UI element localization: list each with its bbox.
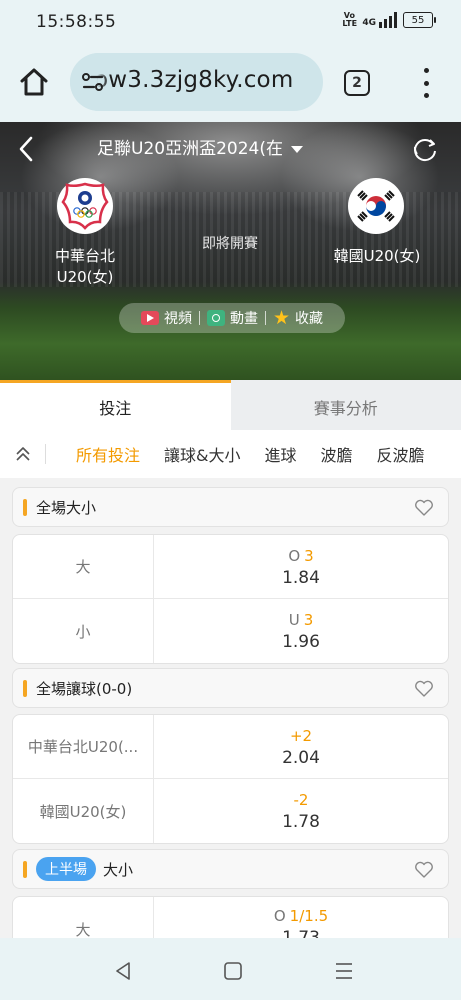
browser-toolbar: ow3.3zjg8ky.com 2 xyxy=(0,44,461,122)
media-bar: 視頻 動畫 ★ 收藏 xyxy=(119,303,345,333)
double-chevron-up-icon xyxy=(16,447,30,461)
odds-button[interactable]: -2 1.78 xyxy=(154,779,448,843)
odds-price: 2.04 xyxy=(282,747,320,768)
battery-icon: 55 xyxy=(403,12,436,28)
odds-button[interactable]: U3 1.96 xyxy=(154,599,448,663)
collapse-all-button[interactable] xyxy=(0,430,46,478)
heart-icon[interactable] xyxy=(414,861,434,879)
league-title: 足聯U20亞洲盃2024(在 xyxy=(97,139,283,159)
odds-row: 小 U3 1.96 xyxy=(13,599,448,663)
match-header: 足聯U20亞洲盃2024(在 中華台北 U20(女) 即將開賽 韓國U20(女)… xyxy=(0,122,461,380)
signal-icon xyxy=(379,12,397,28)
match-status: 即將開賽 xyxy=(202,236,258,252)
heart-icon[interactable] xyxy=(414,499,434,517)
odds-button[interactable]: +2 2.04 xyxy=(154,715,448,778)
home-icon xyxy=(20,68,48,96)
url-text[interactable]: ow3.3zjg8ky.com xyxy=(94,67,293,93)
away-team-name: 韓國U20(女) xyxy=(333,247,421,265)
back-icon[interactable] xyxy=(14,134,40,164)
star-icon: ★ xyxy=(272,307,291,329)
subtab-anti-correct-score[interactable]: 反波膽 xyxy=(365,442,437,466)
handicap-line: U3 xyxy=(288,611,314,629)
status-icons: Vo LTE 4G 55 xyxy=(342,11,436,28)
main-tabs: 投注 賽事分析 xyxy=(0,380,461,430)
home-team-name: 中華台北 U20(女) xyxy=(40,246,130,288)
tab-betting[interactable]: 投注 xyxy=(0,380,231,430)
status-time: 15:58:55 xyxy=(36,12,117,32)
video-button[interactable]: 視頻 xyxy=(134,308,199,328)
league-selector[interactable]: 足聯U20亞洲盃2024(在 xyxy=(50,134,350,159)
odds-row: 中華台北U20(... +2 2.04 xyxy=(13,715,448,779)
dropdown-caret-icon xyxy=(290,145,303,153)
animation-button[interactable]: 動畫 xyxy=(200,308,265,328)
animation-icon xyxy=(206,310,225,326)
battery-level: 55 xyxy=(411,14,425,26)
refresh-icon[interactable] xyxy=(411,135,439,163)
animation-label: 動畫 xyxy=(229,311,258,327)
market-odds: 中華台北U20(... +2 2.04 韓國U20(女) -2 1.78 xyxy=(12,714,449,844)
away-team-logo xyxy=(348,178,404,234)
subtab-handicap-ou[interactable]: 讓球&大小 xyxy=(152,442,252,466)
odds-price: 1.96 xyxy=(282,632,320,652)
accent-bar xyxy=(23,498,27,516)
subtab-goals[interactable]: 進球 xyxy=(253,442,309,466)
tab-switcher-button[interactable]: 2 xyxy=(344,70,370,96)
subtab-all-bets[interactable]: 所有投注 xyxy=(46,442,152,466)
market-filter-tabs: 所有投注 讓球&大小 進球 波膽 反波膽 xyxy=(0,430,461,478)
market-header[interactable]: 全場大小 xyxy=(12,487,449,527)
system-navigation-bar xyxy=(0,938,461,1000)
accent-bar xyxy=(23,679,27,697)
selection-label: 韓國U20(女) xyxy=(13,779,154,843)
selection-label: 中華台北U20(... xyxy=(13,715,154,778)
network-type: 4G xyxy=(362,18,376,28)
handicap-line: +2 xyxy=(289,726,313,745)
chinese-taipei-olympic-flag-icon xyxy=(61,182,109,230)
home-button[interactable] xyxy=(16,64,52,100)
favorite-label: 收藏 xyxy=(295,311,324,327)
handicap-line: O3 xyxy=(288,546,314,565)
odds-row: 大 O3 1.84 xyxy=(13,535,448,599)
address-bar[interactable]: ow3.3zjg8ky.com xyxy=(70,53,323,111)
home-team-name-line: 中華台北 xyxy=(54,247,115,265)
accent-bar xyxy=(23,860,27,878)
network-indicator: 4G xyxy=(362,12,397,28)
market-title: 全場讓球(0-0) xyxy=(36,679,133,698)
market-title: 全場大小 xyxy=(36,498,97,517)
market-odds: 大 O3 1.84 小 U3 1.96 xyxy=(12,534,449,664)
selection-label: 小 xyxy=(13,599,154,663)
odds-price: 1.78 xyxy=(282,812,320,832)
more-icon xyxy=(423,68,429,73)
period-chip: 上半場 xyxy=(36,857,96,881)
video-icon xyxy=(140,311,159,325)
video-label: 視頻 xyxy=(163,311,192,327)
home-team-name-line: U20(女) xyxy=(56,268,114,286)
back-nav-icon[interactable] xyxy=(112,960,134,982)
status-bar: 15:58:55 Vo LTE 4G 55 xyxy=(0,0,461,44)
selection-label: 大 xyxy=(13,535,154,598)
recents-nav-icon[interactable] xyxy=(333,960,355,982)
subtab-correct-score[interactable]: 波膽 xyxy=(309,442,365,466)
more-menu-button[interactable] xyxy=(414,66,438,100)
market-header[interactable]: 全場讓球(0-0) xyxy=(12,668,449,708)
odds-button[interactable]: O3 1.84 xyxy=(154,535,448,598)
handicap-line: -2 xyxy=(293,791,309,809)
tab-match-analysis[interactable]: 賽事分析 xyxy=(230,380,461,430)
site-settings-icon[interactable] xyxy=(82,72,104,92)
handicap-line: O 1/1.5 xyxy=(273,907,329,925)
favorite-button[interactable]: ★ 收藏 xyxy=(266,308,330,328)
volte-icon: Vo LTE xyxy=(342,11,358,28)
market-title: 大小 xyxy=(103,860,134,879)
market-header[interactable]: 上半場 大小 xyxy=(12,849,449,889)
home-team-logo xyxy=(57,178,113,234)
korea-flag-icon xyxy=(351,181,401,231)
home-nav-icon[interactable] xyxy=(222,960,244,982)
odds-row: 韓國U20(女) -2 1.78 xyxy=(13,779,448,843)
heart-icon[interactable] xyxy=(414,680,434,698)
odds-price: 1.84 xyxy=(282,567,320,588)
